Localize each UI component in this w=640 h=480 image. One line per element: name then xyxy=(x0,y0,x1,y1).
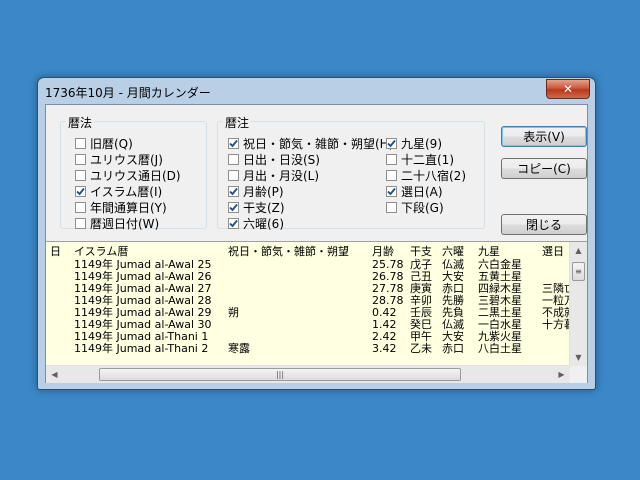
checkbox-calendar-group-items-4[interactable]: 年間通算日(Y) xyxy=(75,200,167,215)
checkbox-calendar-group-items-3[interactable]: イスラム暦(I) xyxy=(75,184,162,199)
checkbox-notes-group-col1-3[interactable]: 月齢(P) xyxy=(228,184,284,199)
table-cell: 寒露 xyxy=(228,342,250,355)
checkbox-checked-icon[interactable] xyxy=(386,186,397,197)
checkbox-label: 年間通算日(Y) xyxy=(90,201,167,215)
checkbox-unchecked-icon[interactable] xyxy=(386,154,397,165)
checkbox-checked-icon[interactable] xyxy=(228,202,239,213)
column-header: 日 xyxy=(50,245,61,258)
calendar-window: 1736年10月 - 月間カレンダー ✕ 暦法 旧暦(Q) ユリウス暦(J) ユリウ… xyxy=(37,77,596,390)
checkbox-notes-group-col2-4[interactable]: 下段(G) xyxy=(386,200,444,215)
horizontal-scroll-thumb[interactable]: ||| xyxy=(99,368,461,381)
column-header: 選日 xyxy=(542,245,564,258)
checkbox-unchecked-icon[interactable] xyxy=(228,154,239,165)
checkbox-label: 旧暦(Q) xyxy=(90,137,133,151)
calendar-notes-label: 暦注 xyxy=(223,114,252,131)
checkbox-notes-group-col2-3[interactable]: 選日(A) xyxy=(386,184,443,199)
checkbox-label: 祝日・節気・雑節・朔望(H) xyxy=(243,137,394,151)
table-cell: 1149年 Jumad al-Thani 2 xyxy=(74,342,209,355)
checkbox-checked-icon[interactable] xyxy=(386,138,397,149)
checkbox-notes-group-col1-4[interactable]: 干支(Z) xyxy=(228,200,285,215)
checkbox-label: 十二直(1) xyxy=(401,153,454,167)
close-icon: ✕ xyxy=(562,82,574,96)
checkbox-calendar-group-items-2[interactable]: ユリウス通日(D) xyxy=(75,168,181,183)
checkbox-label: 暦週日付(W) xyxy=(90,217,160,231)
checkbox-unchecked-icon[interactable] xyxy=(75,154,86,165)
checkbox-notes-group-col1-1[interactable]: 日出・日没(S) xyxy=(228,152,320,167)
column-header: イスラム暦 xyxy=(74,245,129,258)
scroll-down-icon[interactable]: ▼ xyxy=(570,349,587,366)
grip-icon: ≡ xyxy=(575,267,582,276)
window-title: 1736年10月 - 月間カレンダー xyxy=(45,86,211,100)
checkbox-calendar-group-items-0[interactable]: 旧暦(Q) xyxy=(75,136,133,151)
title-bar[interactable]: 1736年10月 - 月間カレンダー ✕ xyxy=(38,78,595,104)
scroll-up-icon[interactable]: ▲ xyxy=(570,242,587,259)
checkbox-unchecked-icon[interactable] xyxy=(75,218,86,229)
checkbox-label: ユリウス通日(D) xyxy=(90,169,181,183)
checkbox-checked-icon[interactable] xyxy=(228,138,239,149)
checkbox-notes-group-col2-0[interactable]: 九星(9) xyxy=(386,136,442,151)
show-button[interactable]: 表示(V) xyxy=(501,126,587,147)
scroll-corner xyxy=(570,366,587,383)
scroll-right-icon[interactable]: ▶ xyxy=(553,366,570,383)
vertical-scroll-thumb[interactable]: ≡ xyxy=(572,262,585,281)
close-window-button[interactable]: ✕ xyxy=(546,79,590,99)
checkbox-label: 日出・日没(S) xyxy=(243,153,320,167)
checkbox-label: 干支(Z) xyxy=(243,201,285,215)
calendar-list[interactable]: 日イスラム暦 祝日・節気・雑節・朔望 月齢 干支 六曜 九星 選日 1149年 Jumad … xyxy=(46,241,587,383)
column-header: 祝日・節気・雑節・朔望 xyxy=(228,245,349,258)
column-header: 九星 xyxy=(478,245,500,258)
checkbox-unchecked-icon[interactable] xyxy=(386,202,397,213)
checkbox-checked-icon[interactable] xyxy=(75,186,86,197)
checkbox-unchecked-icon[interactable] xyxy=(75,170,86,181)
horizontal-scrollbar[interactable]: ◀ ||| ▶ xyxy=(46,365,570,383)
checkbox-checked-icon[interactable] xyxy=(228,186,239,197)
table-cell: 八白土星 xyxy=(478,342,522,355)
table-header: 日イスラム暦 祝日・節気・雑節・朔望 月齢 干支 六曜 九星 選日 xyxy=(46,246,570,258)
checkbox-notes-group-col1-5[interactable]: 六曜(6) xyxy=(228,216,284,231)
table-cell: 赤口 xyxy=(442,342,464,355)
checkbox-unchecked-icon[interactable] xyxy=(75,138,86,149)
checkbox-label: 九星(9) xyxy=(401,137,442,151)
dialog-client: 暦法 旧暦(Q) ユリウス暦(J) ユリウス通日(D) イスラム暦(I) 年間通算日(Y… xyxy=(45,104,588,383)
grip-icon: ||| xyxy=(275,370,285,379)
checkbox-notes-group-col2-2[interactable]: 二十八宿(2) xyxy=(386,168,466,183)
checkbox-label: 下段(G) xyxy=(401,201,444,215)
column-header: 六曜 xyxy=(442,245,464,258)
table-cell: 朔 xyxy=(228,306,239,319)
checkbox-unchecked-icon[interactable] xyxy=(228,170,239,181)
checkbox-unchecked-icon[interactable] xyxy=(386,170,397,181)
vertical-scrollbar[interactable]: ▲ ≡ ▼ xyxy=(569,242,587,366)
checkbox-label: 月出・月没(L) xyxy=(243,169,320,183)
checkbox-label: 六曜(6) xyxy=(243,217,284,231)
table-cell: 乙未 xyxy=(410,342,432,355)
checkbox-calendar-group-items-5[interactable]: 暦週日付(W) xyxy=(75,216,159,231)
column-header: 干支 xyxy=(410,245,432,258)
table-row[interactable]: 1149年 Jumad al-Thani 2 寒露 3.42 乙未 赤口 八白土星 xyxy=(46,343,570,355)
close-button[interactable]: 閉じる xyxy=(501,214,587,235)
table-cell: 3.42 xyxy=(372,342,397,355)
calendar-notes-group: 暦注 祝日・節気・雑節・朔望(H) 日出・日没(S) 月出・月没(L) 月齢(P) 干支… xyxy=(217,114,485,231)
checkbox-notes-group-col2-1[interactable]: 十二直(1) xyxy=(386,152,454,167)
scroll-left-icon[interactable]: ◀ xyxy=(46,366,63,383)
checkbox-notes-group-col1-2[interactable]: 月出・月没(L) xyxy=(228,168,319,183)
checkbox-calendar-group-items-1[interactable]: ユリウス暦(J) xyxy=(75,152,163,167)
checkbox-label: 二十八宿(2) xyxy=(401,169,466,183)
checkbox-checked-icon[interactable] xyxy=(228,218,239,229)
calendar-system-group: 暦法 旧暦(Q) ユリウス暦(J) ユリウス通日(D) イスラム暦(I) 年間通算日(Y… xyxy=(60,114,207,231)
checkbox-label: 月齢(P) xyxy=(243,185,284,199)
checkbox-label: 選日(A) xyxy=(401,185,443,199)
checkbox-label: ユリウス暦(J) xyxy=(90,153,163,167)
calendar-system-label: 暦法 xyxy=(66,114,95,131)
checkbox-label: イスラム暦(I) xyxy=(90,185,163,199)
copy-button[interactable]: コピー(C) xyxy=(501,158,587,179)
checkbox-unchecked-icon[interactable] xyxy=(75,202,86,213)
column-header: 月齢 xyxy=(372,245,394,258)
checkbox-notes-group-col1-0[interactable]: 祝日・節気・雑節・朔望(H) xyxy=(228,136,393,151)
